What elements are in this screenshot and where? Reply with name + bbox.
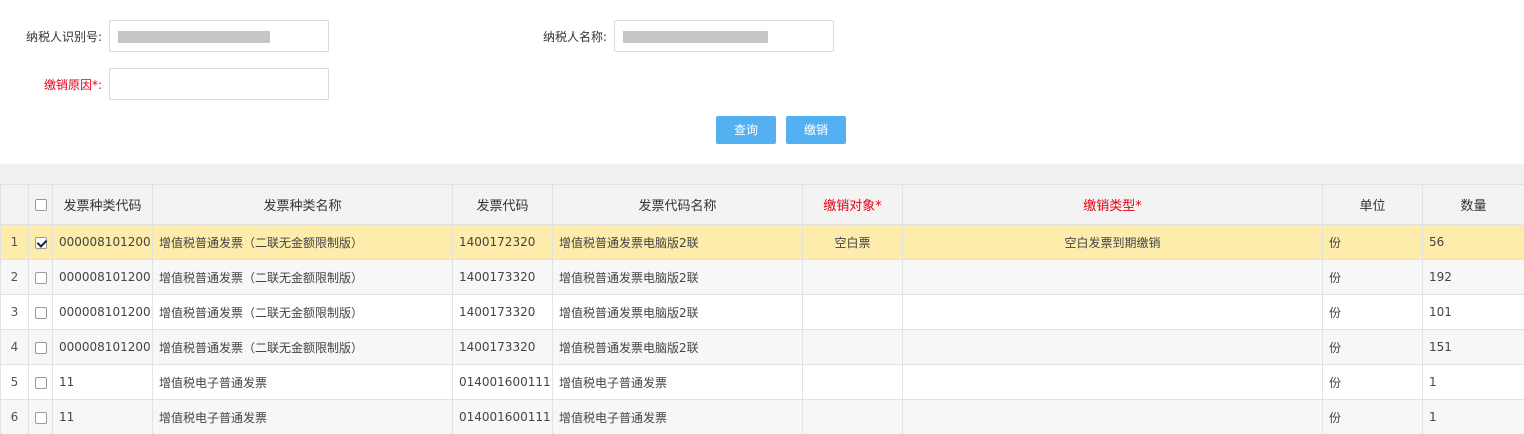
cell-unit[interactable]: 份 [1322, 364, 1423, 400]
cell-invoice-code[interactable]: 014001600111 [452, 399, 553, 434]
cell-cancel-object[interactable]: 空白票 [802, 224, 903, 260]
row-checkbox[interactable] [34, 236, 47, 249]
select-all-checkbox[interactable] [34, 198, 47, 211]
taxpayer-id-field[interactable] [109, 20, 329, 52]
cell-invoice-code[interactable]: 1400173320 [452, 259, 553, 295]
cell-code-name[interactable]: 增值税电子普通发票 [552, 399, 803, 434]
cell-cancel-object[interactable] [802, 364, 903, 400]
cell-unit[interactable]: 份 [1322, 259, 1423, 295]
header-kind-code[interactable]: 发票种类代码 [52, 184, 153, 225]
row-checkbox[interactable] [34, 306, 47, 319]
cell-cancel-object[interactable] [802, 294, 903, 330]
cell-kind-name[interactable]: 增值税普通发票（二联无金额限制版） [152, 259, 453, 295]
row-checkbox-cell [28, 224, 53, 260]
taxpayer-id-label: 纳税人识别号: [25, 30, 102, 44]
header-invoice-code[interactable]: 发票代码 [452, 184, 553, 225]
query-button[interactable]: 查询 [716, 116, 776, 144]
search-form: 纳税人识别号: 纳税人名称: 缴销原因*: 查询 缴销 [0, 0, 1524, 164]
header-kind-name[interactable]: 发票种类名称 [152, 184, 453, 225]
cancel-reason-field[interactable] [109, 68, 329, 100]
table-row[interactable]: 3 000008101200 增值税普通发票（二联无金额限制版） 1400173320… [0, 294, 1524, 330]
cell-kind-code[interactable]: 11 [52, 399, 153, 434]
cell-kind-name[interactable]: 增值税普通发票（二联无金额限制版） [152, 329, 453, 365]
row-checkbox[interactable] [34, 341, 47, 354]
table-header-row: 发票种类代码 发票种类名称 发票代码 发票代码名称 缴销对象* 缴销类型* 单位… [0, 184, 1524, 225]
row-number: 3 [0, 294, 29, 330]
cell-cancel-object[interactable] [802, 259, 903, 295]
cell-code-name[interactable]: 增值税普通发票电脑版2联 [552, 294, 803, 330]
row-number: 4 [0, 329, 29, 365]
redacted-value [623, 31, 768, 43]
row-checkbox-cell [28, 329, 53, 365]
cell-kind-code[interactable]: 000008101200 [52, 329, 153, 365]
cell-kind-name[interactable]: 增值税电子普通发票 [152, 399, 453, 434]
header-code-name[interactable]: 发票代码名称 [552, 184, 803, 225]
invoice-table: 发票种类代码 发票种类名称 发票代码 发票代码名称 缴销对象* 缴销类型* 单位… [0, 184, 1524, 434]
cell-code-name[interactable]: 增值税普通发票电脑版2联 [552, 224, 803, 260]
cell-quantity[interactable]: 1 [1422, 364, 1524, 400]
header-cancel-object[interactable]: 缴销对象* [802, 184, 903, 225]
cell-quantity[interactable]: 1 [1422, 399, 1524, 434]
table-row[interactable]: 1 000008101200 增值税普通发票（二联无金额限制版） 1400172320… [0, 224, 1524, 260]
header-cancel-type[interactable]: 缴销类型* [902, 184, 1323, 225]
cell-cancel-type[interactable] [902, 399, 1323, 434]
table-row[interactable]: 2 000008101200 增值税普通发票（二联无金额限制版） 1400173320… [0, 259, 1524, 295]
taxpayer-name-label: 纳税人名称: [542, 30, 607, 44]
row-number: 1 [0, 224, 29, 260]
row-checkbox-cell [28, 399, 53, 434]
redacted-value [118, 31, 270, 43]
cell-unit[interactable]: 份 [1322, 399, 1423, 434]
row-checkbox[interactable] [34, 271, 47, 284]
row-checkbox[interactable] [34, 376, 47, 389]
row-number: 6 [0, 399, 29, 434]
cell-unit[interactable]: 份 [1322, 294, 1423, 330]
taxpayer-name-field[interactable] [614, 20, 834, 52]
cell-quantity[interactable]: 151 [1422, 329, 1524, 365]
cell-unit[interactable]: 份 [1322, 224, 1423, 260]
cell-kind-code[interactable]: 11 [52, 364, 153, 400]
cell-cancel-type[interactable] [902, 259, 1323, 295]
header-unit[interactable]: 单位 [1322, 184, 1423, 225]
cell-unit[interactable]: 份 [1322, 329, 1423, 365]
cell-quantity[interactable]: 192 [1422, 259, 1524, 295]
cancel-button[interactable]: 缴销 [786, 116, 846, 144]
cell-cancel-object[interactable] [802, 399, 903, 434]
cell-code-name[interactable]: 增值税电子普通发票 [552, 364, 803, 400]
cell-invoice-code[interactable]: 1400173320 [452, 294, 553, 330]
cell-kind-name[interactable]: 增值税普通发票（二联无金额限制版） [152, 294, 453, 330]
header-quantity[interactable]: 数量 [1422, 184, 1524, 225]
cell-invoice-code[interactable]: 1400172320 [452, 224, 553, 260]
row-checkbox-cell [28, 294, 53, 330]
row-checkbox-cell [28, 364, 53, 400]
cell-kind-code[interactable]: 000008101200 [52, 224, 153, 260]
row-checkbox[interactable] [34, 411, 47, 424]
cell-code-name[interactable]: 增值税普通发票电脑版2联 [552, 329, 803, 365]
cancel-reason-label: 缴销原因*: [43, 78, 102, 92]
cell-code-name[interactable]: 增值税普通发票电脑版2联 [552, 259, 803, 295]
table-row[interactable]: 6 11 增值税电子普通发票 014001600111 增值税电子普通发票份 1 [0, 399, 1524, 434]
cell-kind-name[interactable]: 增值税电子普通发票 [152, 364, 453, 400]
table-row[interactable]: 5 11 增值税电子普通发票 014001600111 增值税电子普通发票份 1 [0, 364, 1524, 400]
cell-quantity[interactable]: 56 [1422, 224, 1524, 260]
cell-kind-name[interactable]: 增值税普通发票（二联无金额限制版） [152, 224, 453, 260]
table-row[interactable]: 4 000008101200 增值税普通发票（二联无金额限制版） 1400173320… [0, 329, 1524, 365]
cell-kind-code[interactable]: 000008101200 [52, 259, 153, 295]
cell-cancel-object[interactable] [802, 329, 903, 365]
cell-cancel-type[interactable] [902, 294, 1323, 330]
cell-invoice-code[interactable]: 1400173320 [452, 329, 553, 365]
cell-cancel-type[interactable] [902, 364, 1323, 400]
row-number: 5 [0, 364, 29, 400]
row-number: 2 [0, 259, 29, 295]
cell-cancel-type[interactable] [902, 329, 1323, 365]
row-checkbox-cell [28, 259, 53, 295]
section-divider [0, 164, 1524, 184]
row-number-header [0, 184, 29, 225]
cell-kind-code[interactable]: 000008101200 [52, 294, 153, 330]
select-all-header [28, 184, 53, 225]
cell-cancel-type[interactable]: 空白发票到期缴销 [902, 224, 1323, 260]
cell-quantity[interactable]: 101 [1422, 294, 1524, 330]
cell-invoice-code[interactable]: 014001600111 [452, 364, 553, 400]
